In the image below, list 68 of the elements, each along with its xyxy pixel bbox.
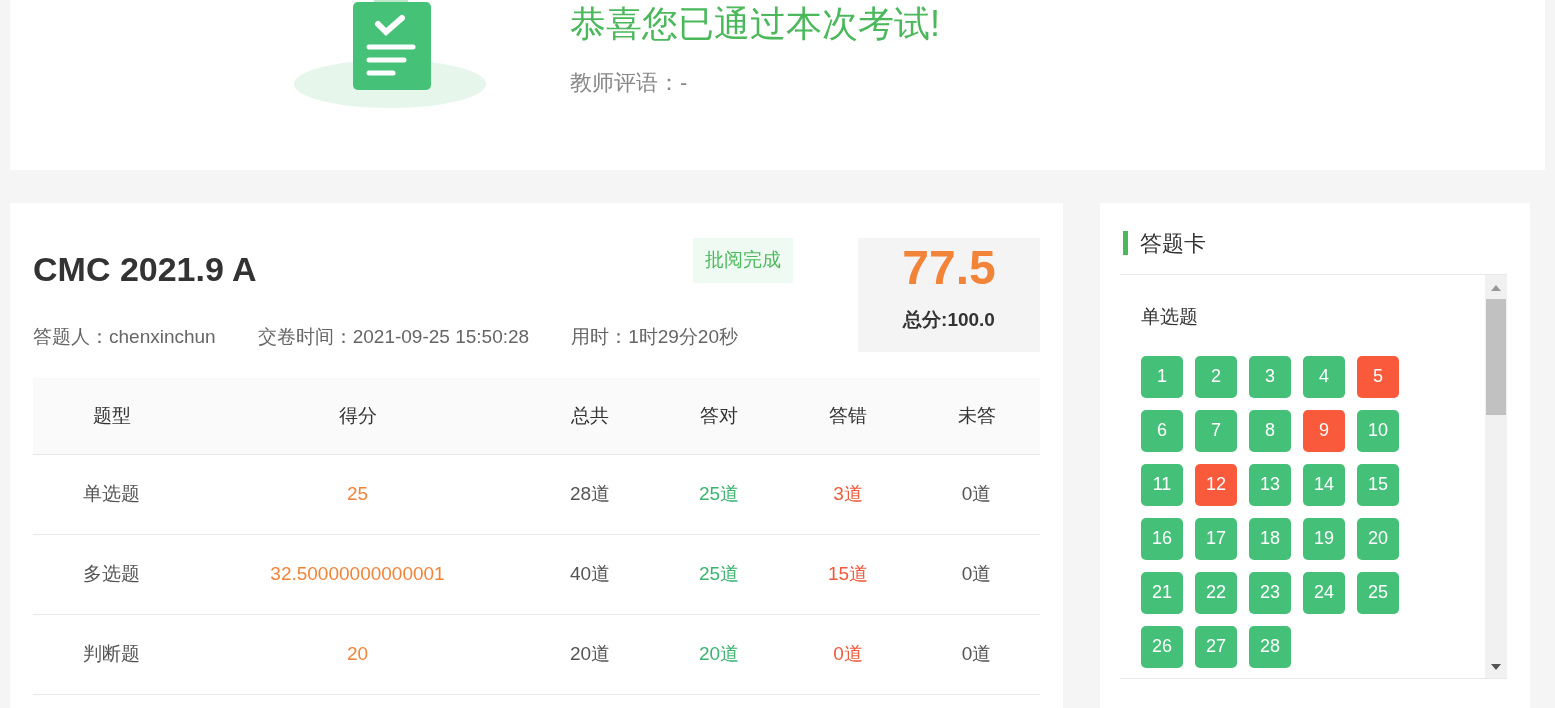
exam-meta-text: 答题人：chenxinchun (33, 325, 216, 349)
question-number-button[interactable]: 11 (1141, 463, 1183, 506)
table-cell-text: 0道 (833, 642, 863, 667)
table-cell-text: 25道 (698, 562, 740, 587)
exam-meta-text: 用时：1时29分20秒 (571, 325, 738, 349)
question-number-button[interactable]: 25 (1357, 571, 1399, 614)
exam-title: CMC 2021.9 A (33, 249, 258, 290)
teacher-comment: 教师评语：- (570, 69, 689, 97)
question-number-button[interactable]: 2 (1195, 355, 1237, 398)
question-number-button[interactable]: 19 (1303, 517, 1345, 560)
question-number-button[interactable]: 24 (1303, 571, 1345, 614)
question-number-button[interactable]: 14 (1303, 463, 1345, 506)
score-value: 77.5 (902, 240, 996, 296)
question-number-button[interactable]: 5 (1357, 355, 1399, 398)
table-cell-text: 0道 (961, 562, 992, 587)
scroll-up-arrow-icon[interactable] (1491, 285, 1501, 291)
question-number-button[interactable]: 12 (1195, 463, 1237, 506)
column-header: 答错 (829, 403, 867, 428)
column-header: 题型 (92, 403, 131, 428)
section-label: 单选题 (1141, 306, 1198, 327)
question-number-button[interactable]: 13 (1249, 463, 1291, 506)
table-cell-text: 20 (346, 642, 369, 667)
question-number-button[interactable]: 10 (1357, 409, 1399, 452)
table-cell-text: 20道 (698, 642, 740, 667)
question-number-button[interactable]: 18 (1249, 517, 1291, 560)
question-number-button[interactable]: 1 (1141, 355, 1183, 398)
table-cell-text: 20道 (569, 642, 611, 667)
scroll-down-arrow-icon[interactable] (1491, 664, 1501, 670)
question-number-button[interactable]: 15 (1357, 463, 1399, 506)
question-number-button[interactable]: 22 (1195, 571, 1237, 614)
question-number-button[interactable]: 26 (1141, 625, 1183, 668)
scroll-thumb[interactable] (1486, 299, 1506, 415)
question-number-button[interactable]: 6 (1141, 409, 1183, 452)
table-cell-text: 40道 (569, 562, 611, 587)
table-cell-text: 15道 (827, 562, 869, 587)
table-cell-text: 0道 (961, 482, 992, 507)
exam-meta-text: 交卷时间：2021-09-25 15:50:28 (257, 325, 530, 349)
question-number-button[interactable]: 28 (1249, 625, 1291, 668)
question-number-button[interactable]: 20 (1357, 517, 1399, 560)
question-number-button[interactable]: 16 (1141, 517, 1183, 560)
question-number-button[interactable]: 8 (1249, 409, 1291, 452)
table-cell-text: 25道 (698, 482, 740, 507)
question-number-button[interactable]: 21 (1141, 571, 1183, 614)
table-cell-text: 单选题 (83, 482, 140, 507)
question-number-button[interactable]: 9 (1303, 409, 1345, 452)
pass-message: 恭喜您已通过本次考试! (570, 2, 940, 46)
question-number-button[interactable]: 17 (1195, 517, 1237, 560)
table-cell-text: 0道 (961, 642, 992, 667)
question-number-button[interactable]: 4 (1303, 355, 1345, 398)
column-header: 答对 (700, 403, 738, 428)
table-cell-text: 判断题 (83, 642, 140, 667)
status-badge: 批阅完成 (693, 238, 793, 283)
answer-card-title: 答题卡 (1140, 229, 1206, 258)
table-cell-text: 多选题 (83, 562, 140, 587)
table-cell-text: 32.50000000000001 (270, 562, 445, 587)
question-number-button[interactable]: 3 (1249, 355, 1291, 398)
column-header: 总共 (571, 403, 609, 428)
question-number-button[interactable]: 27 (1195, 625, 1237, 668)
accent-bar (1123, 231, 1128, 255)
table-cell-text: 3道 (833, 482, 863, 507)
scrollbar[interactable] (1485, 275, 1507, 678)
question-number-button[interactable]: 23 (1249, 571, 1291, 614)
total-score: 总分:100.0 (903, 308, 995, 332)
column-header: 未答 (957, 403, 996, 428)
table-cell-text: 28道 (569, 482, 611, 507)
column-header: 得分 (338, 403, 377, 428)
question-number-button[interactable]: 7 (1195, 409, 1237, 452)
table-cell-text: 25 (346, 482, 369, 507)
